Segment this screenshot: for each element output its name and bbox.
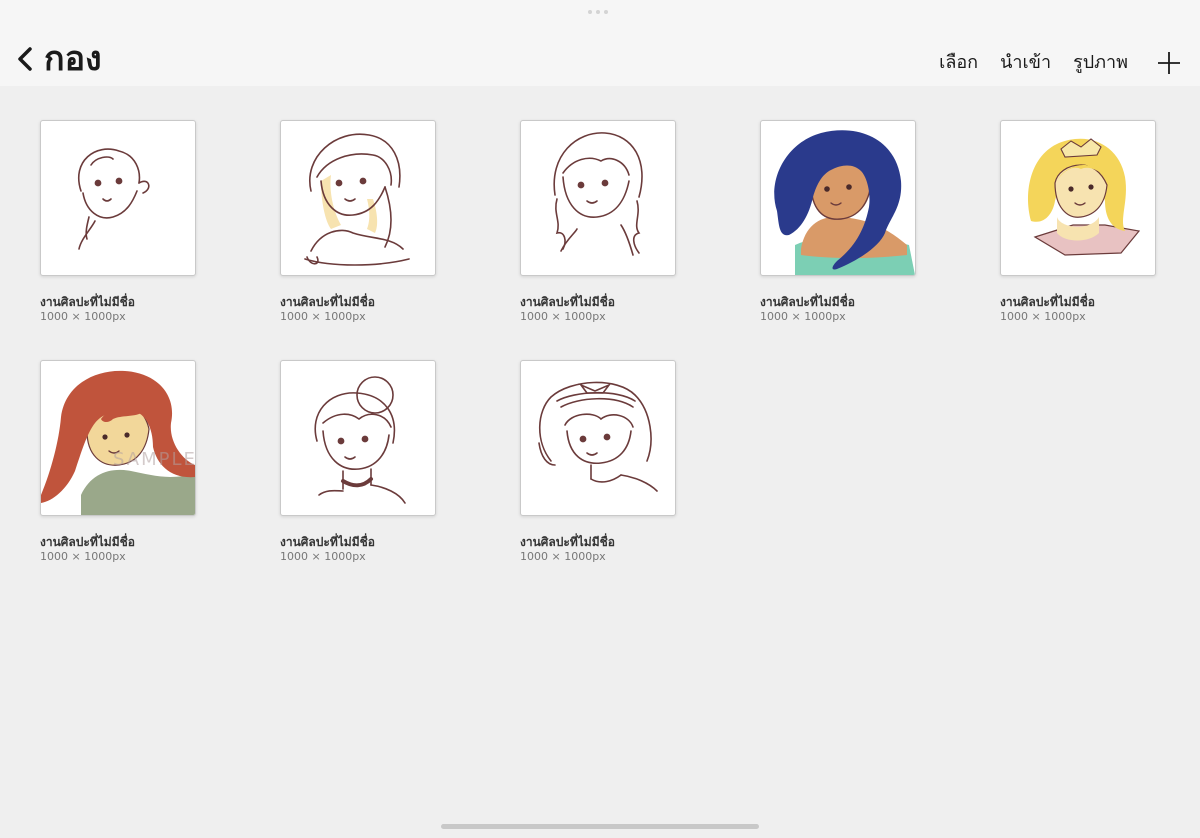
artwork-card[interactable]: งานศิลปะที่ไม่มีชื่อ 1000 × 1000px	[280, 360, 440, 564]
artwork-size: 1000 × 1000px	[760, 310, 846, 323]
artwork-title: งานศิลปะที่ไม่มีชื่อ	[760, 295, 855, 309]
toolbar-actions: เลือก นำเข้า รูปภาพ	[939, 48, 1182, 78]
artwork-title: งานศิลปะที่ไม่มีชื่อ	[520, 535, 615, 549]
artwork-title: งานศิลปะที่ไม่มีชื่อ	[280, 295, 375, 309]
artwork-thumbnail[interactable]	[760, 120, 916, 276]
artwork-title: งานศิลปะที่ไม่มีชื่อ	[520, 295, 615, 309]
artwork-card[interactable]: งานศิลปะที่ไม่มีชื่อ 1000 × 1000px	[40, 120, 200, 324]
page-title: กอง	[44, 39, 102, 79]
artwork-card[interactable]: งานศิลปะที่ไม่มีชื่อ 1000 × 1000px	[760, 120, 920, 324]
top-bar: กอง เลือก นำเข้า รูปภาพ	[0, 0, 1200, 86]
artwork-size: 1000 × 1000px	[280, 550, 366, 563]
artwork-size: 1000 × 1000px	[40, 550, 126, 563]
photo-button[interactable]: รูปภาพ	[1073, 48, 1128, 78]
artwork-card[interactable]: งานศิลปะที่ไม่มีชื่อ 1000 × 1000px	[1000, 120, 1160, 324]
artwork-card[interactable]: งานศิลปะที่ไม่มีชื่อ 1000 × 1000px	[280, 120, 440, 324]
window-grabber[interactable]	[588, 10, 612, 14]
artwork-thumbnail[interactable]	[520, 360, 676, 516]
add-icon[interactable]	[1156, 50, 1182, 76]
artwork-thumbnail[interactable]: SAMPLE	[40, 360, 196, 516]
import-button[interactable]: นำเข้า	[1000, 48, 1051, 78]
artwork-size: 1000 × 1000px	[520, 550, 606, 563]
artwork-title: งานศิลปะที่ไม่มีชื่อ	[280, 535, 375, 549]
artwork-card[interactable]: SAMPLE งานศิลปะที่ไม่มีชื่อ 1000 × 1000p…	[40, 360, 200, 564]
chevron-left-icon	[14, 45, 36, 73]
artwork-size: 1000 × 1000px	[40, 310, 126, 323]
artwork-thumbnail[interactable]	[280, 120, 436, 276]
watermark-text: SAMPLE	[113, 449, 195, 470]
artwork-thumbnail[interactable]	[280, 360, 436, 516]
artwork-thumbnail[interactable]	[520, 120, 676, 276]
artwork-title: งานศิลปะที่ไม่มีชื่อ	[40, 535, 135, 549]
artwork-title: งานศิลปะที่ไม่มีชื่อ	[40, 295, 135, 309]
artwork-size: 1000 × 1000px	[1000, 310, 1086, 323]
artwork-size: 1000 × 1000px	[520, 310, 606, 323]
artwork-thumbnail[interactable]	[40, 120, 196, 276]
artwork-size: 1000 × 1000px	[280, 310, 366, 323]
artwork-thumbnail[interactable]	[1000, 120, 1156, 276]
select-button[interactable]: เลือก	[939, 48, 978, 78]
home-indicator[interactable]	[441, 824, 759, 829]
artwork-card[interactable]: งานศิลปะที่ไม่มีชื่อ 1000 × 1000px	[520, 120, 680, 324]
gallery-screen: กอง เลือก นำเข้า รูปภาพ งานศิลปะที่ไม่มี…	[0, 0, 1200, 838]
back-button[interactable]: กอง	[14, 38, 102, 80]
artwork-title: งานศิลปะที่ไม่มีชื่อ	[1000, 295, 1095, 309]
artwork-card[interactable]: งานศิลปะที่ไม่มีชื่อ 1000 × 1000px	[520, 360, 680, 564]
